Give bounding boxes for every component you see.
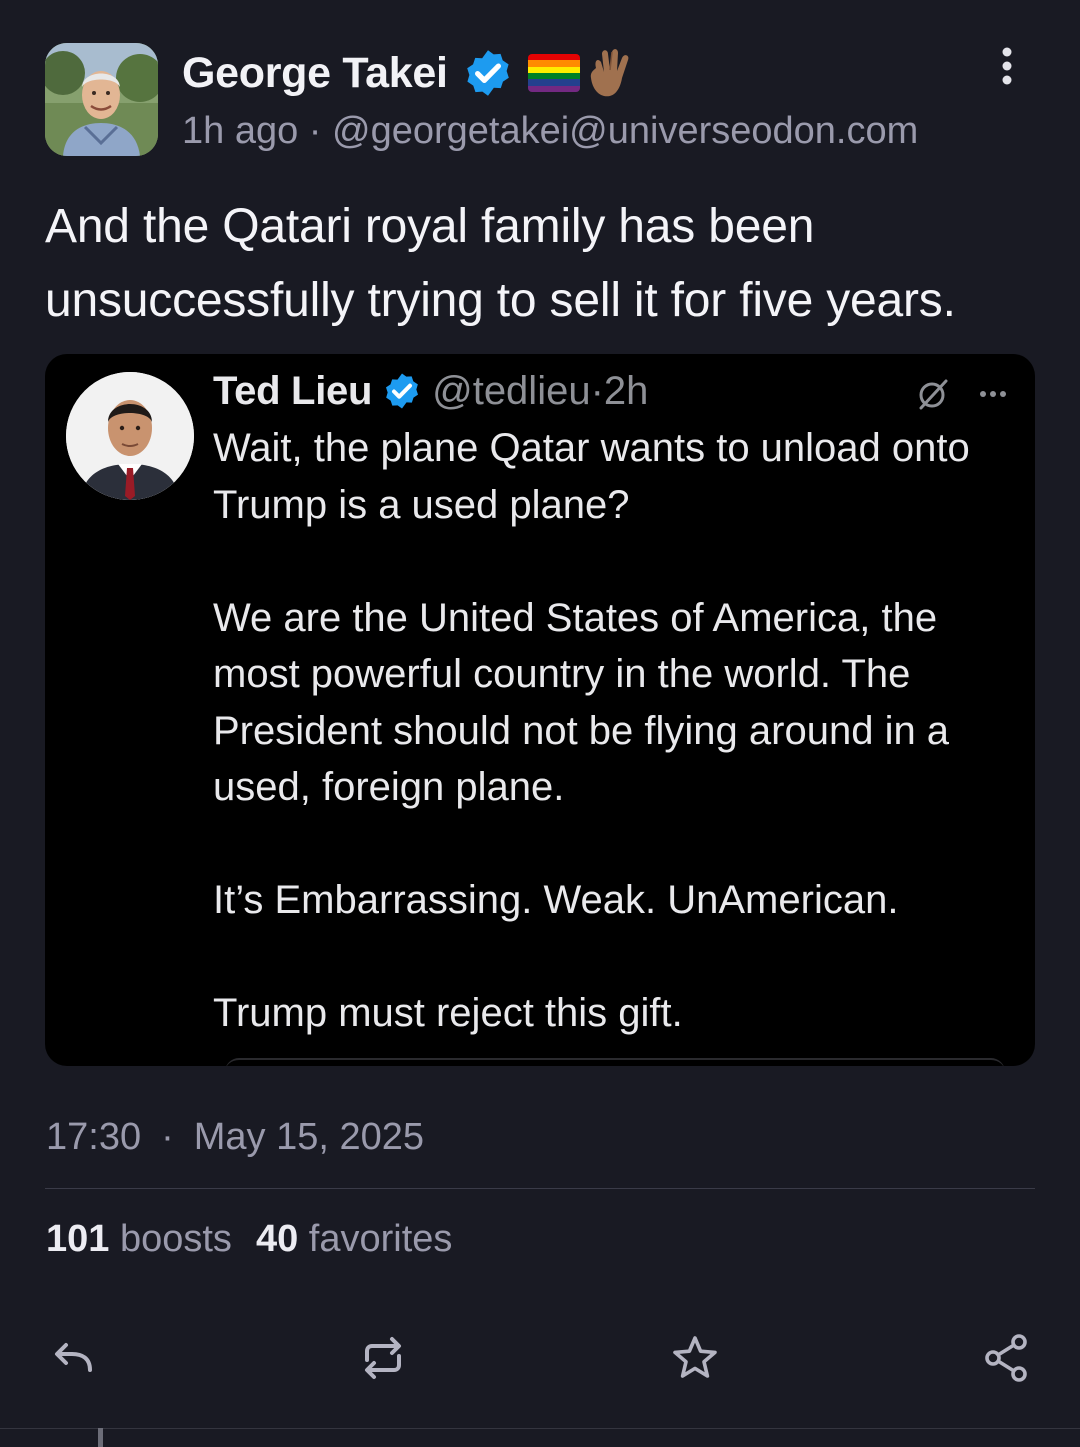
embedded-author-name: Ted Lieu: [213, 368, 373, 413]
embedded-verified-badge-icon: [386, 373, 419, 409]
more-horizontal-icon: [980, 391, 1006, 397]
avatar-image: [45, 43, 158, 156]
embedded-paragraph: We are the United States of America, the…: [213, 595, 950, 810]
star-icon[interactable]: [667, 1330, 723, 1386]
embedded-tweet-text: Wait, the plane Qatar wants to unload on…: [213, 420, 1023, 1066]
embedded-paragraph: Trump must reject this gift.: [213, 991, 683, 1035]
post-relative-time[interactable]: 1h ago: [182, 110, 298, 152]
author-handle[interactable]: @georgetakei@universeodon.com: [332, 110, 918, 152]
post-date: May 15, 2025: [193, 1116, 425, 1158]
favorites-stat[interactable]: 40 favorites: [256, 1218, 452, 1261]
boosts-count: 101: [46, 1218, 110, 1260]
author-display-name[interactable]: George Takei: [182, 49, 448, 98]
embedded-paragraph: It’s Embarrassing. Weak. UnAmerican.: [213, 878, 899, 922]
embedded-avatar-image: [66, 372, 194, 500]
post-timestamp: 17:30 · May 15, 2025: [46, 1116, 424, 1159]
post-text: And the Qatari royal family has been uns…: [45, 200, 956, 327]
author-avatar[interactable]: [45, 43, 158, 156]
post-detail: George Takei 1h ago · @georgetakei@unive…: [0, 0, 1080, 1447]
favorites-count: 40: [255, 1218, 299, 1260]
rainbow-flag-icon: [527, 54, 580, 92]
timestamp-separator: ·: [161, 1116, 174, 1158]
embedded-header: Ted Lieu @tedlieu·2h: [213, 364, 648, 418]
boosts-label: boosts: [119, 1218, 232, 1260]
vulcan-salute-icon: [590, 49, 629, 97]
action-bar: [0, 1330, 1080, 1390]
post-meta: 1h ago · @georgetakei@universeodon.com: [182, 110, 918, 153]
embedded-handle-time: @tedlieu·2h: [432, 368, 649, 413]
embedded-paragraph: Wait, the plane Qatar wants to unload on…: [213, 426, 970, 527]
bottom-divider: [0, 1428, 1080, 1429]
boost-icon[interactable]: [355, 1330, 411, 1386]
embedded-card-edge: [225, 1058, 1005, 1066]
meta-separator: ·: [308, 110, 322, 152]
post-stats: 101 boosts 40 favorites: [46, 1218, 452, 1261]
embedded-avatar: [66, 372, 194, 500]
grok-icon: [919, 379, 948, 410]
more-vertical-icon[interactable]: [995, 46, 1019, 86]
reply-icon[interactable]: [46, 1330, 102, 1386]
boosts-stat[interactable]: 101 boosts: [46, 1218, 232, 1261]
attached-image[interactable]: Ted Lieu @tedlieu·2h Wait, the plane Qat…: [45, 354, 1035, 1066]
post-time: 17:30: [46, 1116, 142, 1158]
divider: [45, 1188, 1035, 1189]
author-name-row: George Takei: [182, 42, 636, 104]
favorites-label: favorites: [308, 1218, 453, 1260]
share-icon[interactable]: [979, 1330, 1035, 1386]
verified-badge-icon: [466, 50, 509, 96]
bottom-indicator: [98, 1428, 103, 1447]
